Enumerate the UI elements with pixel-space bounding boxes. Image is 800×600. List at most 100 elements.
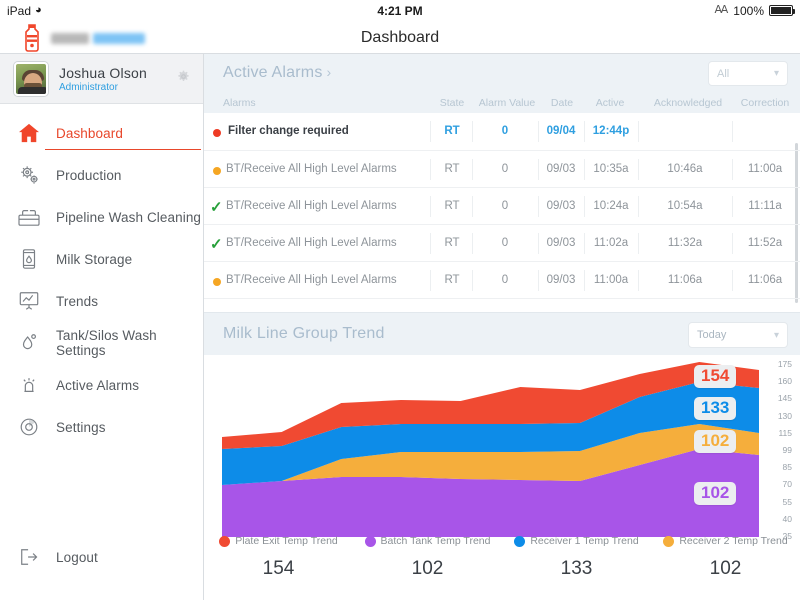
alarm-name: BT/Receive All High Level Alarms: [226, 274, 397, 286]
status-bar-right: Ꜳ 100%: [714, 3, 795, 18]
alarms-table-header: Alarms State Alarm Value Date Active Ack…: [204, 93, 800, 113]
user-profile[interactable]: Joshua Olson Administrator: [0, 54, 203, 104]
chevron-right-icon: ›: [326, 64, 332, 80]
sidebar-item-label: Dashboard: [56, 125, 123, 141]
gear-icon[interactable]: [177, 70, 190, 83]
alarm-date: 09/03: [546, 163, 576, 175]
y-axis-tick: 99: [782, 445, 792, 455]
battery-percent: 100%: [733, 3, 764, 18]
alarm-state: RT: [444, 125, 460, 137]
alarm-name: BT/Receive All High Level Alarms: [226, 200, 397, 212]
alarms-filter-dropdown[interactable]: All ▾: [708, 61, 788, 86]
sidebar-item-milk-storage[interactable]: Milk Storage: [0, 238, 203, 280]
alarms-panel-header: Active Alarms › All ▾: [204, 54, 800, 93]
alarm-value: 0: [501, 200, 509, 212]
legend-item[interactable]: Batch Tank Temp Trend: [353, 532, 502, 550]
page-title: Dashboard: [360, 29, 440, 46]
table-row[interactable]: BT/Receive All High Level Alarms RT 0 09…: [204, 151, 800, 188]
table-row[interactable]: ✓ BT/Receive All High Level Alarms RT 0 …: [204, 225, 800, 262]
alarms-filter-value: All: [717, 67, 730, 80]
alarm-date: 09/04: [546, 125, 576, 137]
alarm-value: 0: [501, 274, 509, 286]
alarms-table-body[interactable]: Filter change required RT 0 09/04 12:44p…: [204, 113, 800, 311]
alarm-active-time: 12:44p: [592, 125, 630, 137]
trend-panel-title: Milk Line Group Trend: [223, 325, 385, 342]
trend-panel: Milk Line Group Trend Today ▾ 175 160 145 1…: [204, 312, 800, 600]
column-header-date: Date: [550, 97, 574, 109]
alarm-acknowledged-time: 11:32a: [667, 237, 703, 249]
alarm-correction-time: 11:00a: [747, 163, 783, 175]
trend-chart[interactable]: 175 160 145 130 115 99 85 70 55 40 25 102 102 133 154: [204, 355, 800, 543]
alarm-active-time: 11:02a: [593, 237, 629, 249]
app-root: iPad ◕ 4:21 PM Ꜳ 100% Dashboard Joshua O…: [0, 0, 800, 600]
sidebar-item-logout[interactable]: Logout: [0, 536, 204, 578]
y-axis-tick: 55: [782, 496, 792, 507]
table-row[interactable]: BT/Receive All High Level Alarms RT 0 09…: [204, 299, 800, 311]
trend-panel-header: Milk Line Group Trend Today ▾: [204, 312, 800, 355]
alarm-active-time: 10:24a: [593, 200, 629, 212]
y-axis-tick: 160: [777, 376, 792, 387]
legend-value: 102: [411, 558, 444, 579]
sidebar-item-production[interactable]: Production: [0, 154, 203, 196]
alarm-state: RT: [444, 237, 460, 249]
logout-arrow-icon: [17, 545, 41, 569]
alarm-correction-time: 11:11a: [748, 200, 782, 212]
trend-range-dropdown[interactable]: Today ▾: [688, 322, 788, 348]
alarm-name: BT/Receive All High Level Alarms: [226, 163, 397, 175]
series-end-label: 102: [694, 430, 737, 453]
chart-current-values: 154 102 133 102: [204, 558, 800, 586]
sidebar-item-settings[interactable]: Settings: [0, 406, 203, 448]
legend-dot-icon: [514, 535, 526, 547]
chart-y-axis: 175 160 145 130 115 99 85 70 55 40 25: [762, 357, 792, 541]
sidebar-item-label: Active Alarms: [56, 377, 140, 393]
alarm-date: 09/03: [546, 274, 576, 286]
home-icon: [17, 121, 41, 145]
table-row[interactable]: ✓ BT/Receive All High Level Alarms RT 0 …: [204, 188, 800, 225]
sidebar-item-active-alarms[interactable]: Active Alarms: [0, 364, 203, 406]
alarm-bell-icon: [17, 373, 41, 397]
app-top-bar: Dashboard: [0, 21, 800, 54]
alarm-date: 09/03: [546, 200, 576, 212]
alarm-date: 09/03: [546, 237, 576, 249]
alarm-name: BT/Receive All High Level Alarms: [226, 237, 397, 249]
sidebar: Joshua Olson Administrator Dashboard Pro…: [0, 54, 204, 600]
sidebar-item-dashboard[interactable]: Dashboard: [0, 112, 203, 154]
legend-value: 133: [560, 558, 593, 579]
alarm-correction-time: 11:06a: [747, 274, 783, 286]
settings-dial-icon: [17, 415, 41, 439]
legend-item[interactable]: Plate Exit Temp Trend: [204, 532, 353, 550]
table-row[interactable]: BT/Receive All High Level Alarms RT 0 09…: [204, 262, 800, 299]
chevron-down-icon: ▾: [773, 68, 779, 79]
legend-value: 102: [709, 558, 742, 579]
series-end-label: 102: [694, 482, 737, 505]
alarm-value: 0: [501, 237, 509, 249]
trends-chart-icon: [17, 289, 41, 313]
battery-icon: [769, 5, 795, 16]
legend-item[interactable]: Receiver 1 Temp Trend: [502, 532, 651, 550]
y-axis-tick: 145: [777, 393, 792, 404]
alarm-correction-time: 11:52a: [747, 237, 783, 249]
series-end-label: 133: [694, 396, 737, 420]
column-header-active: Active: [595, 97, 625, 109]
alarms-panel-title[interactable]: Active Alarms ›: [223, 64, 331, 82]
bluetooth-icon: Ꜳ: [714, 4, 729, 16]
sidebar-item-pipeline-wash-cleaning[interactable]: Pipeline Wash Cleaning: [0, 196, 203, 238]
user-name: Joshua Olson: [59, 64, 148, 81]
alarm-state: RT: [444, 274, 460, 286]
alarms-title-text: Active Alarms: [223, 64, 323, 81]
table-row[interactable]: Filter change required RT 0 09/04 12:44p: [204, 113, 800, 151]
sidebar-item-trends[interactable]: Trends: [0, 280, 203, 322]
gears-icon: [17, 163, 41, 187]
legend-label: Batch Tank Temp Trend: [380, 535, 491, 547]
y-axis-tick: 175: [777, 359, 792, 369]
sidebar-item-label: Tank/Silos Wash Settings: [56, 328, 157, 358]
alarm-name: Filter change required: [228, 125, 349, 137]
sidebar-item-tank-silos-wash-settings[interactable]: Tank/Silos Wash Settings: [0, 322, 203, 364]
y-axis-tick: 85: [782, 462, 792, 473]
main-content: Active Alarms › All ▾ Alarms State Alarm …: [204, 54, 800, 600]
series-end-label: 154: [694, 365, 737, 388]
sidebar-item-label: Pipeline Wash Cleaning: [56, 209, 202, 225]
legend-item[interactable]: Receiver 2 Temp Trend: [651, 532, 800, 550]
legend-label: Receiver 1 Temp Trend: [530, 535, 639, 547]
ios-status-bar: iPad ◕ 4:21 PM Ꜳ 100%: [0, 0, 800, 21]
